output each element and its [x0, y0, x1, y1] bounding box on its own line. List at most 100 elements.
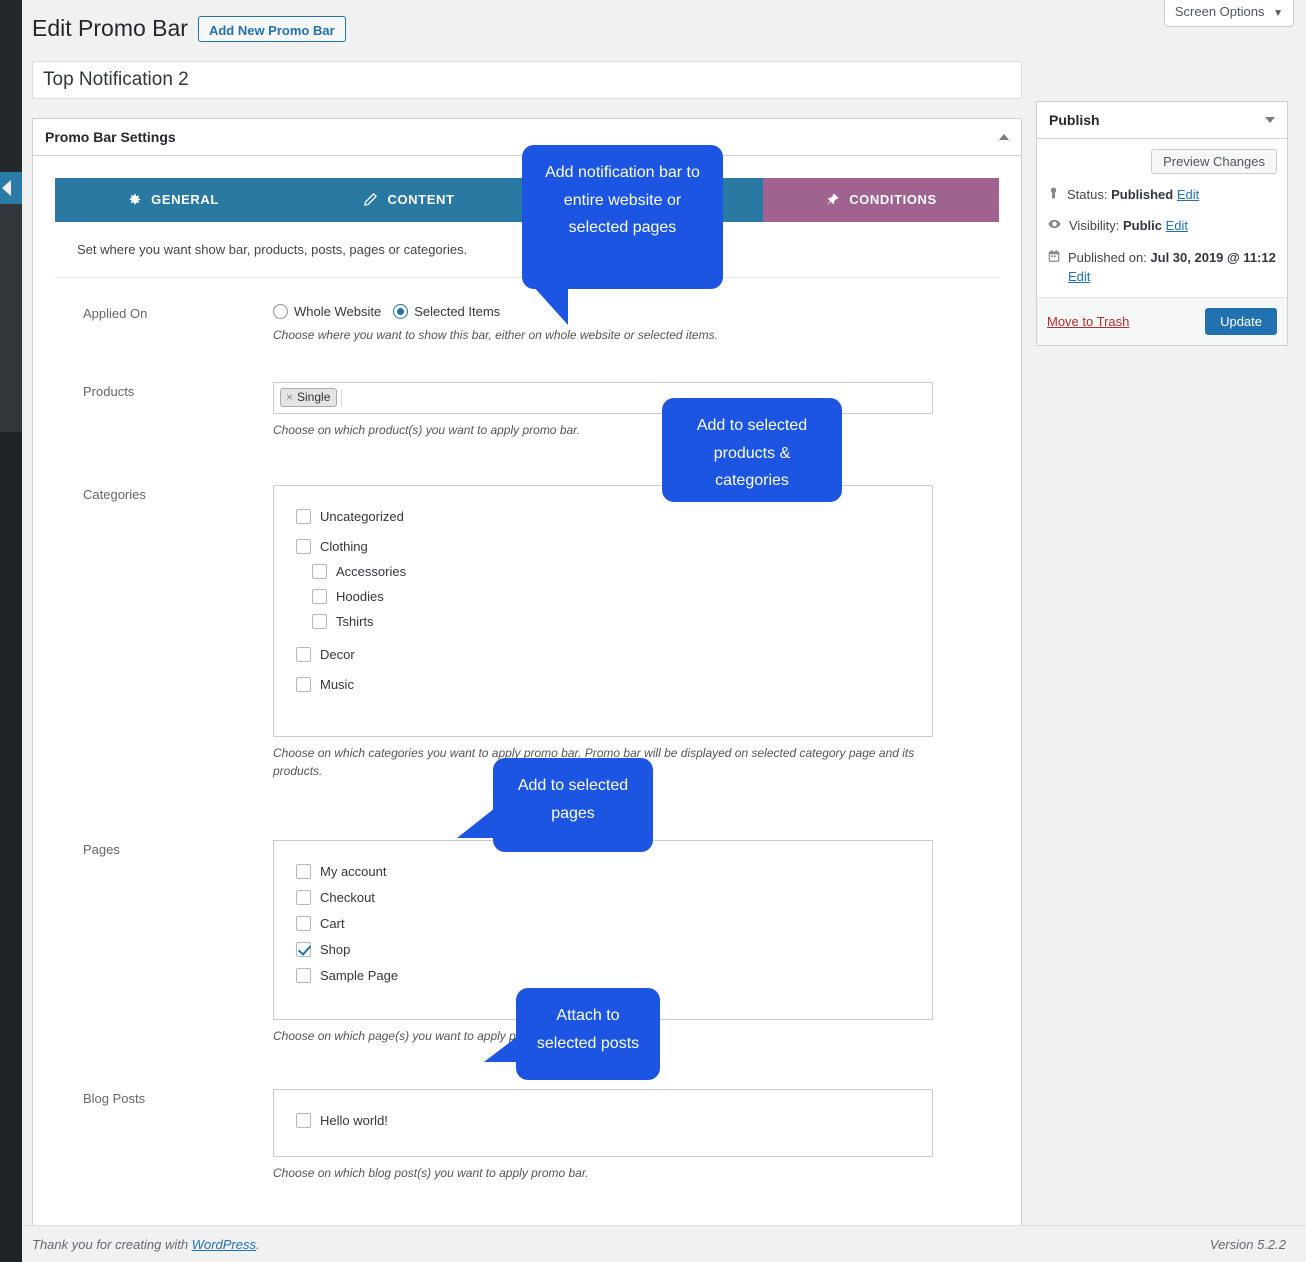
- list-item-label: Hoodies: [336, 588, 384, 604]
- collapse-toggle-icon[interactable]: [999, 133, 1009, 140]
- calendar-icon: [1047, 249, 1061, 269]
- list-item-label: Decor: [320, 646, 355, 662]
- admin-menu-group-bottom: [0, 432, 22, 1262]
- checkbox-tshirts[interactable]: [312, 613, 327, 629]
- status-edit-link[interactable]: Edit: [1177, 187, 1199, 202]
- checkbox-my-account[interactable]: [296, 863, 311, 879]
- gear-icon: [127, 192, 142, 207]
- list-item-label: Sample Page: [320, 967, 399, 983]
- field-categories: Categories Uncategorized Clothing Access…: [55, 453, 999, 794]
- token-label: Single: [297, 390, 331, 405]
- field-label-categories: Categories: [83, 486, 146, 502]
- field-label-blog-posts: Blog Posts: [83, 1090, 146, 1106]
- field-applied-on: Applied On Whole Website Selected Items …: [55, 303, 999, 358]
- checkbox-clothing[interactable]: [296, 538, 311, 554]
- eye-icon: [1047, 217, 1062, 237]
- status-prefix: Status:: [1067, 186, 1108, 202]
- checkbox-music[interactable]: [296, 676, 311, 692]
- field-label-products: Products: [83, 383, 135, 399]
- list-item[interactable]: Cart: [296, 911, 910, 937]
- field-products: Products × Single Choose on which produc…: [55, 358, 999, 453]
- callout-text: Attach to selected posts: [536, 1007, 640, 1052]
- tab-content-label: Content: [387, 192, 455, 208]
- visibility-value: Public: [1122, 218, 1162, 234]
- publish-collapse-toggle-icon[interactable]: [1265, 116, 1275, 123]
- radio-selected-items-label: Selected Items: [414, 303, 501, 319]
- list-item-label: Uncategorized: [320, 508, 404, 524]
- callout-notification-bar: Add notification bar to entire website o…: [522, 145, 723, 325]
- tab-general[interactable]: General: [55, 177, 291, 222]
- callout-tail: [532, 285, 568, 325]
- tab-content[interactable]: Content: [291, 177, 527, 222]
- list-item[interactable]: Uncategorized: [296, 504, 910, 529]
- status-value: Published: [1111, 186, 1174, 202]
- published-value: Jul 30, 2019 @ 11:12: [1150, 249, 1276, 265]
- admin-menu-current-item[interactable]: [0, 172, 22, 204]
- list-item-label: Tshirts: [336, 613, 374, 629]
- publish-status-text: Status: Published Edit: [1067, 185, 1199, 205]
- checkbox-sample-page[interactable]: [296, 967, 311, 983]
- list-item[interactable]: Decor: [296, 634, 910, 667]
- help-blog-posts: Choose on which blog post(s) you want to…: [273, 1165, 589, 1180]
- list-item[interactable]: Clothing: [296, 529, 910, 559]
- radio-whole-website-input[interactable]: [273, 303, 288, 319]
- update-button[interactable]: Update: [1205, 307, 1277, 335]
- list-item[interactable]: My account: [296, 859, 910, 885]
- add-new-promo-bar-button[interactable]: Add New Promo Bar: [197, 15, 346, 42]
- wordpress-link[interactable]: WordPress: [192, 1237, 256, 1252]
- list-item[interactable]: Hoodies: [296, 584, 910, 609]
- move-to-trash-link[interactable]: Move to Trash: [1047, 314, 1129, 329]
- tab-conditions[interactable]: Conditions: [763, 177, 999, 222]
- list-item[interactable]: Hello world!: [296, 1108, 910, 1133]
- checkbox-cart[interactable]: [296, 915, 311, 931]
- admin-menu-group-top: [0, 0, 22, 172]
- post-title-input[interactable]: [32, 60, 1022, 99]
- applied-on-radio-group: Whole Website Selected Items: [273, 303, 933, 319]
- visibility-edit-link[interactable]: Edit: [1166, 218, 1188, 233]
- checkbox-accessories[interactable]: [312, 563, 327, 579]
- admin-menu-group-mid: [0, 204, 22, 432]
- publish-body: Preview Changes Status: Published Edit V…: [1037, 139, 1287, 297]
- list-item[interactable]: Sample Page: [296, 963, 910, 989]
- radio-whole-website-label: Whole Website: [294, 303, 382, 319]
- list-item-label: Music: [320, 676, 354, 692]
- list-item-label: Cart: [320, 915, 345, 931]
- callout-tail: [484, 1036, 518, 1062]
- publish-header: Publish: [1037, 102, 1287, 139]
- token-remove-icon[interactable]: ×: [286, 390, 293, 404]
- checkbox-hoodies[interactable]: [312, 588, 327, 604]
- published-edit-link[interactable]: Edit: [1068, 269, 1090, 284]
- blog-posts-list: Hello world!: [273, 1088, 933, 1157]
- pin-status-icon: [1047, 186, 1060, 206]
- checkbox-decor[interactable]: [296, 646, 311, 662]
- radio-whole-website[interactable]: Whole Website: [273, 303, 382, 319]
- publish-footer: Move to Trash Update: [1037, 296, 1287, 345]
- checkbox-shop[interactable]: [296, 941, 311, 957]
- footer-thanks: Thank you for creating with WordPress.: [32, 1237, 260, 1252]
- admin-menu-rail: [0, 0, 22, 1262]
- checkbox-hello-world[interactable]: [296, 1112, 311, 1128]
- help-applied-on: Choose where you want to show this bar, …: [273, 327, 718, 342]
- token-caret: [341, 388, 350, 407]
- list-item[interactable]: Shop: [296, 937, 910, 963]
- tab-general-label: General: [151, 192, 219, 208]
- list-item-label: My account: [320, 863, 387, 879]
- token-single[interactable]: × Single: [280, 388, 338, 408]
- pencil-icon: [363, 192, 378, 207]
- radio-selected-items-input[interactable]: [393, 303, 409, 319]
- callout-text: Add to selected products & categories: [696, 417, 808, 490]
- list-item-label: Accessories: [336, 563, 407, 579]
- radio-selected-items[interactable]: Selected Items: [393, 303, 501, 319]
- callout-products-categories: Add to selected products & categories: [662, 398, 842, 502]
- preview-changes-button[interactable]: Preview Changes: [1151, 148, 1277, 174]
- checkbox-uncategorized[interactable]: [296, 508, 311, 524]
- footer-thanks-prefix: Thank you for creating with: [32, 1236, 192, 1252]
- checkbox-checkout[interactable]: [296, 889, 311, 905]
- list-item[interactable]: Accessories: [296, 559, 910, 584]
- list-item[interactable]: Checkout: [296, 885, 910, 911]
- list-item-label: Checkout: [320, 889, 375, 905]
- list-item[interactable]: Music: [296, 667, 910, 697]
- list-item-label: Clothing: [320, 538, 368, 554]
- list-item[interactable]: Tshirts: [296, 609, 910, 634]
- publish-status-row: Status: Published Edit: [1047, 185, 1277, 206]
